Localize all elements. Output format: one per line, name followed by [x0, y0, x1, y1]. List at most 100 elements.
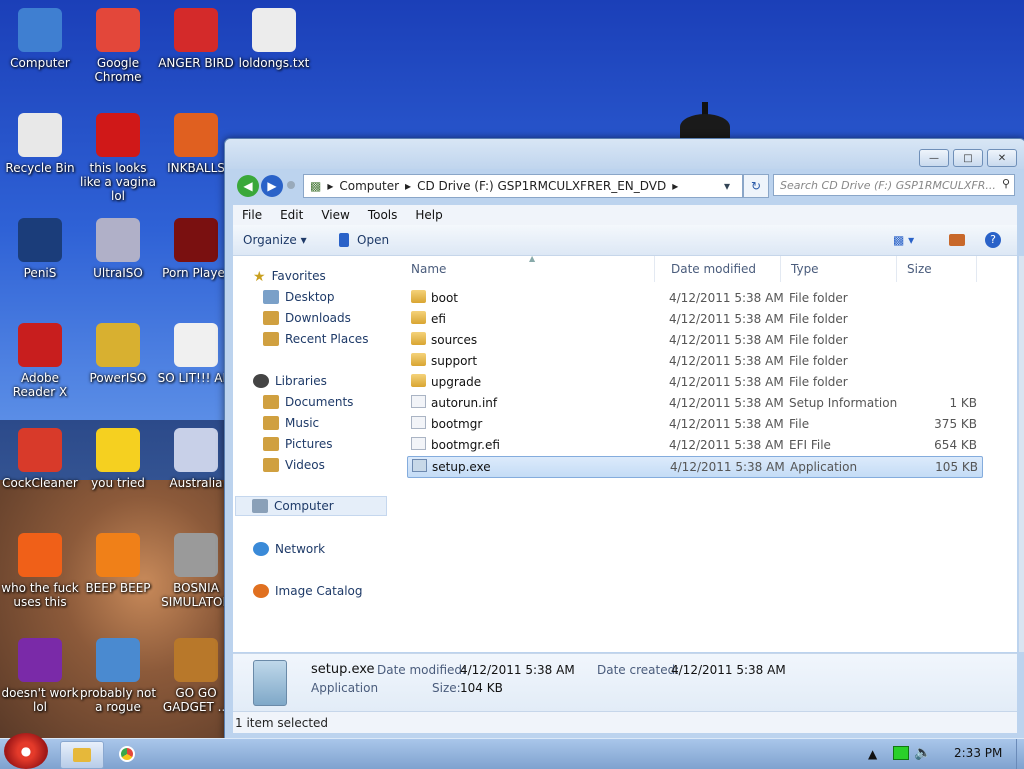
downloads-icon	[263, 311, 279, 325]
desktop-icon-item[interactable]: CockCleaner	[0, 428, 80, 490]
file-name: bootmgr.efi	[431, 438, 500, 452]
file-row[interactable]: support 4/12/2011 5:38 AM File folder	[407, 351, 981, 371]
file-row[interactable]: boot 4/12/2011 5:38 AM File folder	[407, 288, 981, 308]
desktop-icon-item[interactable]: Recycle Bin	[0, 113, 80, 175]
taskbar-chrome-button[interactable]	[108, 741, 146, 767]
show-desktop-button[interactable]	[1016, 739, 1024, 769]
nav-music[interactable]: Music	[263, 413, 319, 433]
menu-edit[interactable]: Edit	[271, 208, 312, 222]
nav-documents[interactable]: Documents	[263, 392, 353, 412]
desktop-icon-item[interactable]: who the fuck uses this	[0, 533, 80, 609]
nav-videos[interactable]: Videos	[263, 455, 325, 475]
breadcrumb-computer[interactable]: Computer	[339, 179, 399, 193]
desktop-icon-item[interactable]: PeniS	[0, 218, 80, 280]
column-header-size[interactable]: Size	[897, 256, 977, 282]
explorer-icon	[73, 748, 91, 762]
desktop-icon-item[interactable]: probably not a rogue	[78, 638, 158, 714]
menu-view[interactable]: View	[312, 208, 358, 222]
desktop-icon-item[interactable]: ANGER BIRD	[156, 8, 236, 70]
chrome-icon	[96, 8, 140, 52]
show-hidden-icons-button[interactable]: ▲	[868, 747, 877, 761]
address-bar[interactable]: ▩ ▸ Computer ▸ CD Drive (F:) GSP1RMCULXF…	[303, 174, 743, 198]
file-type: File	[789, 417, 810, 431]
nav-downloads[interactable]: Downloads	[263, 308, 351, 328]
file-type: File folder	[789, 354, 848, 368]
menu-file[interactable]: File	[233, 208, 271, 222]
text-file-icon	[252, 8, 296, 52]
back-button[interactable]: ◀	[237, 175, 259, 197]
file-row[interactable]: autorun.inf 4/12/2011 5:38 AM Setup Inform…	[407, 393, 981, 413]
search-input[interactable]: Search CD Drive (F:) GSP1RMCULXFR... ⚲	[773, 174, 1015, 196]
nav-image-catalog[interactable]: Image Catalog	[253, 581, 362, 601]
nav-desktop[interactable]: Desktop	[263, 287, 335, 307]
file-icon	[411, 437, 426, 450]
scrollbar[interactable]	[1019, 256, 1024, 652]
recent-pages-dropdown[interactable]	[287, 181, 295, 189]
file-size: 375 KB	[934, 417, 977, 431]
documents-icon	[263, 395, 279, 409]
organize-button[interactable]: Organize ▾	[243, 233, 307, 247]
network-tray-icon[interactable]	[893, 746, 909, 760]
desktop-icon-item[interactable]: Adobe Reader X	[0, 323, 80, 399]
address-dropdown-icon[interactable]: ▾	[724, 179, 730, 193]
column-header-name[interactable]: Name ▲	[401, 254, 655, 282]
nav-pictures[interactable]: Pictures	[263, 434, 333, 454]
help-button[interactable]: ?	[985, 232, 1001, 248]
file-row[interactable]: efi 4/12/2011 5:38 AM File folder	[407, 309, 981, 329]
file-row[interactable]: bootmgr 4/12/2011 5:38 AM File 375 KB	[407, 414, 981, 434]
file-type: File folder	[789, 333, 848, 347]
nav-libraries[interactable]: Libraries	[253, 371, 327, 391]
disc-icon	[96, 218, 140, 262]
desktop-icon-item[interactable]: Computer	[0, 8, 80, 70]
forward-button[interactable]: ▶	[261, 175, 283, 197]
details-size-value: 104 KB	[460, 681, 503, 695]
desktop-icon-item[interactable]: UltraISO	[78, 218, 158, 280]
nav-recent-places[interactable]: Recent Places	[263, 329, 368, 349]
breadcrumb-cd-drive[interactable]: CD Drive (F:) GSP1RMCULXFRER_EN_DVD	[417, 179, 666, 193]
desktop-icon-label: Recycle Bin	[5, 161, 75, 175]
maximize-button[interactable]: □	[953, 149, 983, 167]
menu-help[interactable]: Help	[406, 208, 451, 222]
breadcrumb-sep: ▸	[672, 179, 679, 193]
taskbar-explorer-button[interactable]	[60, 741, 104, 769]
file-row[interactable]: upgrade 4/12/2011 5:38 AM File folder	[407, 372, 981, 392]
desktop-icon-item[interactable]: BEEP BEEP	[78, 533, 158, 595]
file-row[interactable]: setup.exe 4/12/2011 5:38 AM Application 105…	[407, 456, 983, 478]
clock[interactable]: 2:33 PM	[954, 746, 1002, 760]
open-button[interactable]: Open	[339, 233, 389, 247]
desktop-icon-item[interactable]: Google Chrome	[78, 8, 158, 84]
details-modified-label: Date modified:	[377, 663, 467, 677]
menu-tools[interactable]: Tools	[359, 208, 407, 222]
desktop-icon-item[interactable]: you tried	[78, 428, 158, 490]
column-header-type[interactable]: Type	[781, 256, 897, 282]
briefcase-icon	[174, 638, 218, 682]
desktop-icon-item[interactable]: this looks like a vagina lol	[78, 113, 158, 203]
computer-icon	[18, 8, 62, 52]
nav-favorites[interactable]: ★ Favorites	[253, 266, 326, 286]
file-list: Name ▲ Date modified Type Size boot 4/12/2…	[391, 254, 1017, 652]
details-pane: setup.exe Application Date modified: 4/1…	[233, 653, 1017, 712]
minimize-button[interactable]: —	[919, 149, 949, 167]
details-size-label: Size:	[432, 681, 461, 695]
column-header-date-modified[interactable]: Date modified	[661, 256, 781, 282]
close-button[interactable]: ✕	[987, 149, 1017, 167]
opera-icon	[96, 113, 140, 157]
view-options-button[interactable]: ▩ ▾	[893, 233, 914, 247]
file-name: bootmgr	[431, 417, 483, 431]
file-type: EFI File	[789, 438, 831, 452]
start-button[interactable]: ●	[4, 733, 48, 769]
desktop-icon-item[interactable]: loldongs.txt	[234, 8, 314, 70]
gold-disc-icon	[96, 323, 140, 367]
volume-icon[interactable]: 🔈	[914, 745, 931, 761]
file-size: 105 KB	[935, 460, 978, 474]
preview-pane-button[interactable]	[949, 234, 965, 246]
desktop-icon-item[interactable]: PowerISO	[78, 323, 158, 385]
refresh-button[interactable]: ↻	[743, 174, 769, 198]
file-row[interactable]: bootmgr.efi 4/12/2011 5:38 AM EFI File 654 …	[407, 435, 981, 455]
nav-computer[interactable]: Computer	[235, 496, 387, 516]
file-row[interactable]: sources 4/12/2011 5:38 AM File folder	[407, 330, 981, 350]
desktop-icon-item[interactable]: doesn't work lol	[0, 638, 80, 714]
desktop-icon-label: BEEP BEEP	[85, 581, 151, 595]
nav-network[interactable]: Network	[253, 539, 325, 559]
title-bar[interactable]: — □ ✕	[225, 139, 1024, 169]
